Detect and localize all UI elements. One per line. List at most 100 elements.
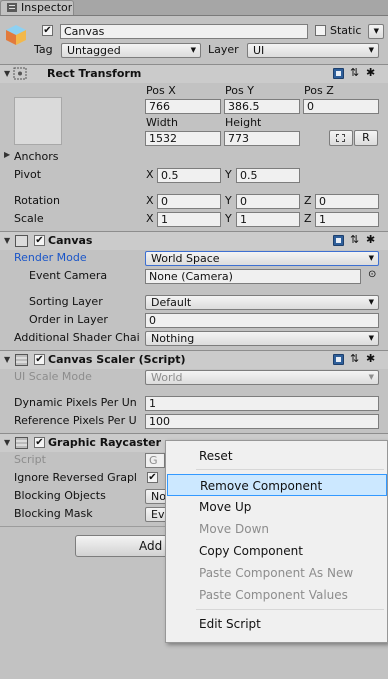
scale-y-label: Y bbox=[225, 212, 232, 225]
scale-y-field[interactable]: 1 bbox=[236, 212, 300, 227]
additional-shader-dropdown[interactable]: Nothing ▼ bbox=[145, 331, 379, 346]
rotation-z-field[interactable]: 0 bbox=[315, 194, 379, 209]
rotation-y-label: Y bbox=[225, 194, 232, 207]
order-in-layer-field[interactable]: 0 bbox=[145, 313, 379, 328]
menu-separator bbox=[196, 609, 384, 610]
canvas-scaler-help-icon[interactable] bbox=[333, 354, 344, 365]
pivot-x-field[interactable]: 0.5 bbox=[157, 168, 221, 183]
reference-pixels-field[interactable]: 100 bbox=[145, 414, 379, 429]
canvas-scaler-gear-icon[interactable]: ✱ bbox=[366, 352, 375, 365]
pos-x-field[interactable]: 766 bbox=[145, 99, 221, 114]
width-field[interactable]: 1532 bbox=[145, 131, 221, 146]
sorting-layer-dropdown[interactable]: Default ▼ bbox=[145, 295, 379, 310]
ui-scale-mode-dropdown[interactable]: World ▼ bbox=[145, 370, 379, 385]
pivot-y-field[interactable]: 0.5 bbox=[236, 168, 300, 183]
rotation-x-label: X bbox=[146, 194, 154, 207]
canvas-scaler-title: Canvas Scaler (Script) bbox=[48, 353, 186, 366]
additional-shader-value: Nothing bbox=[151, 332, 195, 345]
gameobject-name-field[interactable]: Canvas bbox=[60, 24, 308, 39]
menu-item-paste-values[interactable]: Paste Component Values bbox=[167, 584, 387, 606]
pivot-label: Pivot bbox=[14, 168, 42, 181]
inspector-tab[interactable]: Inspector bbox=[0, 0, 74, 15]
menu-item-move-down[interactable]: Move Down bbox=[167, 518, 387, 540]
event-camera-field[interactable]: None (Camera) bbox=[145, 269, 361, 284]
rotation-z-label: Z bbox=[304, 194, 312, 207]
rotation-y-field[interactable]: 0 bbox=[236, 194, 300, 209]
canvas-scaler-enabled-checkbox[interactable]: ✔ bbox=[34, 354, 45, 365]
rect-transform-help-icon[interactable] bbox=[333, 68, 344, 79]
pos-z-field[interactable]: 0 bbox=[303, 99, 379, 114]
rect-transform-presets-icon[interactable]: ⇅ bbox=[350, 66, 359, 79]
menu-item-copy-component[interactable]: Copy Component bbox=[167, 540, 387, 562]
canvas-help-icon[interactable] bbox=[333, 235, 344, 246]
inspector-tab-label: Inspector bbox=[21, 1, 73, 14]
menu-item-move-up[interactable]: Move Up bbox=[167, 496, 387, 518]
rotation-x-field[interactable]: 0 bbox=[157, 194, 221, 209]
order-in-layer-label: Order in Layer bbox=[29, 313, 108, 326]
reference-pixels-label: Reference Pixels Per U bbox=[14, 414, 137, 427]
tag-dropdown[interactable]: Untagged ▼ bbox=[61, 43, 201, 58]
scale-z-label: Z bbox=[304, 212, 312, 225]
graphic-raycaster-title: Graphic Raycaster (Script) bbox=[48, 436, 164, 449]
canvas-gear-icon[interactable]: ✱ bbox=[366, 233, 375, 246]
rect-transform-gear-icon[interactable]: ✱ bbox=[366, 66, 375, 79]
additional-shader-label: Additional Shader Chai bbox=[14, 331, 140, 344]
blueprint-icon bbox=[336, 134, 345, 142]
width-label: Width bbox=[146, 116, 178, 129]
dynamic-pixels-field[interactable]: 1 bbox=[145, 396, 379, 411]
canvas-presets-icon[interactable]: ⇅ bbox=[350, 233, 359, 246]
canvas-foldout-icon[interactable]: ▼ bbox=[4, 232, 10, 249]
blocking-mask-label: Blocking Mask bbox=[14, 507, 93, 520]
anchor-presets-box[interactable] bbox=[14, 97, 62, 145]
blueprint-mode-button[interactable] bbox=[329, 130, 353, 146]
canvas-scaler-icon bbox=[15, 354, 28, 366]
dynamic-pixels-label: Dynamic Pixels Per Un bbox=[14, 396, 137, 409]
canvas-scaler-presets-icon[interactable]: ⇅ bbox=[350, 352, 359, 365]
static-label: Static bbox=[330, 24, 362, 37]
script-field[interactable]: G bbox=[145, 453, 165, 468]
menu-separator bbox=[196, 469, 384, 470]
menu-item-remove-component[interactable]: Remove Component bbox=[167, 474, 387, 496]
object-picker-icon[interactable]: ⊙ bbox=[368, 268, 376, 282]
graphic-raycaster-enabled-checkbox[interactable]: ✔ bbox=[34, 437, 45, 448]
script-label: Script bbox=[14, 453, 46, 466]
blocking-objects-value: No bbox=[151, 490, 166, 503]
scale-x-label: X bbox=[146, 212, 154, 225]
menu-item-edit-script[interactable]: Edit Script bbox=[167, 613, 387, 635]
graphic-raycaster-foldout-icon[interactable]: ▼ bbox=[4, 434, 10, 451]
static-dropdown[interactable]: ▼ bbox=[368, 24, 384, 39]
pos-x-label: Pos X bbox=[146, 84, 176, 97]
canvas-component-icon bbox=[15, 235, 28, 247]
gameobject-cube-icon bbox=[6, 25, 26, 45]
canvas-enabled-checkbox[interactable]: ✔ bbox=[34, 235, 45, 246]
render-mode-value: World Space bbox=[151, 252, 220, 265]
graphic-raycaster-icon bbox=[15, 437, 28, 449]
sorting-layer-value: Default bbox=[151, 296, 192, 309]
anchors-label[interactable]: Anchors bbox=[14, 150, 59, 164]
rotation-label: Rotation bbox=[14, 194, 61, 207]
pos-y-field[interactable]: 386.5 bbox=[224, 99, 300, 114]
render-mode-dropdown[interactable]: World Space ▼ bbox=[145, 251, 379, 266]
event-camera-label: Event Camera bbox=[29, 269, 108, 282]
pivot-y-label: Y bbox=[225, 168, 232, 181]
layer-value: UI bbox=[253, 44, 265, 57]
scale-x-field[interactable]: 1 bbox=[157, 212, 221, 227]
canvas-scaler-foldout-icon[interactable]: ▼ bbox=[4, 351, 10, 368]
static-checkbox[interactable] bbox=[315, 25, 326, 36]
pos-y-label: Pos Y bbox=[225, 84, 254, 97]
layer-dropdown[interactable]: UI ▼ bbox=[247, 43, 379, 58]
layer-label: Layer bbox=[208, 43, 239, 56]
blocking-mask-value: Ev bbox=[151, 508, 165, 521]
ignore-reversed-label: Ignore Reversed Grapl bbox=[14, 471, 137, 484]
menu-item-reset[interactable]: Reset bbox=[167, 445, 387, 467]
gameobject-active-checkbox[interactable]: ✔ bbox=[42, 25, 53, 36]
menu-item-paste-as-new[interactable]: Paste Component As New bbox=[167, 562, 387, 584]
height-field[interactable]: 773 bbox=[224, 131, 300, 146]
component-context-menu: Reset Remove Component Move Up Move Down… bbox=[165, 440, 388, 643]
anchors-foldout-icon[interactable]: ▶ bbox=[4, 148, 10, 162]
ignore-reversed-checkbox[interactable]: ✔ bbox=[147, 472, 158, 483]
scale-z-field[interactable]: 1 bbox=[315, 212, 379, 227]
rect-transform-foldout-icon[interactable]: ▼ bbox=[4, 65, 10, 82]
raw-edit-button[interactable]: R bbox=[354, 130, 378, 146]
render-mode-label: Render Mode bbox=[14, 251, 87, 264]
